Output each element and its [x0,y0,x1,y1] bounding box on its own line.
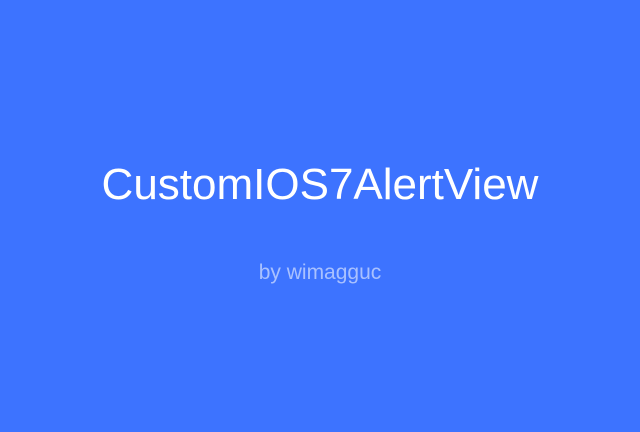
title-banner: CustomIOS7AlertView by wimagguc [0,0,640,432]
project-title: CustomIOS7AlertView [101,160,539,209]
author-byline: by wimagguc [258,261,382,284]
